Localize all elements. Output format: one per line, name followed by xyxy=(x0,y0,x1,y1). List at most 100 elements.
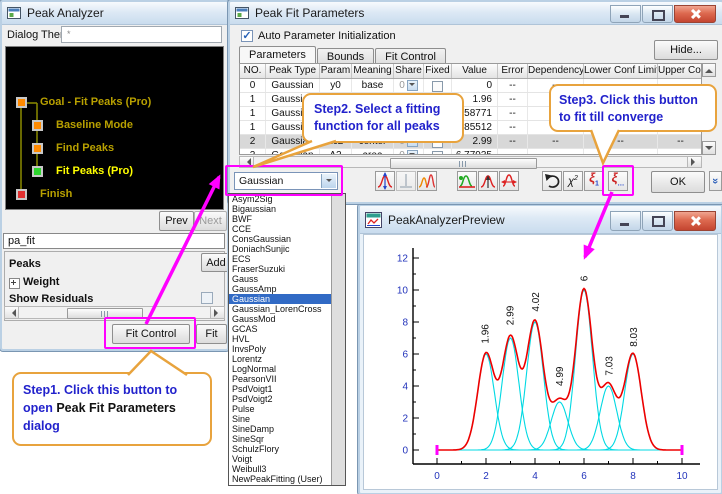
peak-height-button[interactable] xyxy=(478,171,498,191)
share-cell[interactable]: 0 xyxy=(394,149,424,155)
scrollbar-thumb[interactable] xyxy=(67,308,143,319)
tree-node-square[interactable] xyxy=(32,120,43,131)
dialog-theme-combobox[interactable]: * xyxy=(61,26,222,43)
function-list-item[interactable]: PearsonVII xyxy=(229,374,331,384)
function-list-item[interactable]: SchulzFlory xyxy=(229,444,331,454)
add-button[interactable]: Add xyxy=(201,253,229,272)
fixed-checkbox[interactable] xyxy=(432,81,443,92)
function-list-item[interactable]: GaussMod xyxy=(229,314,331,324)
column-header[interactable]: Param xyxy=(320,64,352,78)
close-button[interactable] xyxy=(674,5,716,23)
table-scroll-up-icon[interactable] xyxy=(702,63,716,77)
function-list-item[interactable]: SineDamp xyxy=(229,424,331,434)
function-list-item[interactable]: PsdVoigt1 xyxy=(229,384,331,394)
column-header[interactable]: Lower Conf Limits xyxy=(584,64,658,78)
theme-name-field[interactable]: pa_fit xyxy=(3,233,225,249)
column-header[interactable]: Share xyxy=(394,64,424,78)
tree-node-label[interactable]: Goal - Fit Peaks (Pro) xyxy=(40,96,151,108)
function-list-item[interactable]: Bigaussian xyxy=(229,204,331,214)
tree-node-label[interactable]: Fit Peaks (Pro) xyxy=(56,165,133,177)
auto-param-checkbox[interactable]: ✓ xyxy=(241,30,253,42)
hide-button[interactable]: Hide... xyxy=(654,40,718,60)
peak-analyzer-titlebar[interactable]: Peak Analyzer xyxy=(2,2,227,25)
function-list-scrollbar[interactable] xyxy=(331,194,345,485)
column-header[interactable]: Upper Conf Limits xyxy=(658,64,702,78)
tree-node-square[interactable] xyxy=(16,97,27,108)
edit-baseline-button[interactable] xyxy=(457,171,477,191)
fixed-checkbox[interactable] xyxy=(432,151,443,155)
param-row[interactable]: 2GaussianA2area06.77935-------- xyxy=(240,149,701,155)
function-list-item[interactable]: InvsPoly xyxy=(229,344,331,354)
column-header[interactable]: NO. xyxy=(240,64,266,78)
value-cell[interactable]: 6.77935 xyxy=(452,149,498,155)
column-header[interactable]: Peak Type xyxy=(266,64,320,78)
tree-node-square[interactable] xyxy=(32,166,43,177)
table-horizontal-scrollbar[interactable] xyxy=(239,156,702,168)
expand-plus-icon[interactable] xyxy=(9,278,20,289)
fixed-cell[interactable] xyxy=(424,79,452,92)
maximize-button[interactable] xyxy=(642,211,673,231)
scroll-right-icon[interactable] xyxy=(687,157,701,167)
chi-square-button[interactable]: χ2 xyxy=(563,171,583,191)
tree-node-square[interactable] xyxy=(16,189,27,200)
close-button[interactable] xyxy=(674,211,716,231)
expand-more-button[interactable]: » xyxy=(709,171,722,191)
function-list-item[interactable]: Lorentz xyxy=(229,354,331,364)
drop-line-button[interactable] xyxy=(396,171,416,191)
scroll-left-icon[interactable] xyxy=(240,157,254,167)
function-list-item[interactable]: GCAS xyxy=(229,324,331,334)
share-dropdown-icon[interactable] xyxy=(407,150,418,155)
function-list-item[interactable]: Pulse xyxy=(229,404,331,414)
function-list-item[interactable]: BWF xyxy=(229,214,331,224)
prev-button[interactable]: Prev xyxy=(159,211,194,231)
fit-till-converge-button[interactable]: ξ… xyxy=(608,171,628,191)
function-list-item[interactable]: Asym2Sig xyxy=(229,194,331,204)
horizontal-scrollbar[interactable] xyxy=(4,306,225,319)
function-list-item[interactable]: HVL xyxy=(229,334,331,344)
function-list-item[interactable]: ECS xyxy=(229,254,331,264)
tree-node-label[interactable]: Finish xyxy=(40,188,72,200)
fit-button[interactable]: Fit xyxy=(196,324,227,344)
fixed-cell[interactable] xyxy=(424,149,452,155)
column-header[interactable]: Error xyxy=(498,64,528,78)
reset-parameters-button[interactable] xyxy=(542,171,562,191)
column-header[interactable]: Dependency xyxy=(528,64,584,78)
function-list-item[interactable]: Weibull3 xyxy=(229,464,331,474)
minimize-button[interactable] xyxy=(610,5,641,23)
function-list-item[interactable]: DoniachSunjic xyxy=(229,244,331,254)
next-button[interactable]: Next xyxy=(194,211,227,231)
find-peaks-button[interactable] xyxy=(417,171,437,191)
function-list-item[interactable]: Gaussian xyxy=(229,294,331,304)
tree-node-label[interactable]: Find Peaks xyxy=(56,142,114,154)
function-list-item[interactable]: LogNormal xyxy=(229,364,331,374)
scroll-left-icon[interactable] xyxy=(5,307,19,318)
function-list-item[interactable]: FraserSuzuki xyxy=(229,264,331,274)
column-header[interactable]: Value xyxy=(452,64,498,78)
minimize-button[interactable] xyxy=(610,211,641,231)
ok-button[interactable]: OK xyxy=(651,171,705,193)
fit-one-iteration-button[interactable]: ξ1 xyxy=(584,171,604,191)
function-list-item[interactable]: Gauss xyxy=(229,274,331,284)
combobox-dropdown-icon[interactable] xyxy=(321,174,336,188)
show-residuals-checkbox[interactable] xyxy=(201,292,213,304)
fit-control-button[interactable]: Fit Control xyxy=(112,324,190,344)
function-list-item[interactable]: Sine xyxy=(229,414,331,424)
share-cell[interactable]: 0 xyxy=(394,79,424,92)
tree-node-label[interactable]: Baseline Mode xyxy=(56,119,133,131)
tree-node-square[interactable] xyxy=(32,143,43,154)
add-peak-button[interactable] xyxy=(375,171,395,191)
peak-width-button[interactable] xyxy=(499,171,519,191)
table-scroll-down-icon[interactable] xyxy=(702,141,716,155)
share-dropdown-icon[interactable] xyxy=(407,80,418,91)
function-list-item[interactable]: CCE xyxy=(229,224,331,234)
scroll-right-icon[interactable] xyxy=(210,307,224,318)
function-list-item[interactable]: GaussAmp xyxy=(229,284,331,294)
maximize-button[interactable] xyxy=(642,5,673,23)
function-combobox[interactable]: Gaussian xyxy=(234,172,338,190)
value-cell[interactable]: 0 xyxy=(452,79,498,92)
function-list-item[interactable]: SineSqr xyxy=(229,434,331,444)
scrollbar-thumb[interactable] xyxy=(390,158,537,169)
function-list-item[interactable]: NewPeakFitting (User) xyxy=(229,474,331,484)
function-list-item[interactable]: ConsGaussian xyxy=(229,234,331,244)
function-list-item[interactable]: PsdVoigt2 xyxy=(229,394,331,404)
